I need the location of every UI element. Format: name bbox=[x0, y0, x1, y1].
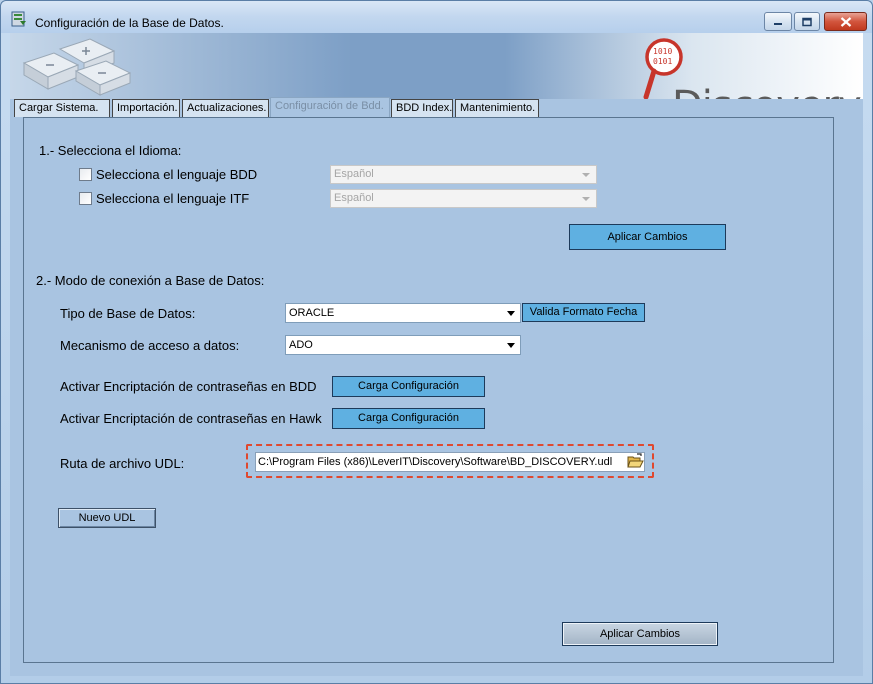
access-mechanism-select[interactable]: ADO bbox=[285, 335, 521, 355]
tab-actualizaciones[interactable]: Actualizaciones. bbox=[182, 99, 269, 117]
logo-text: Discovery bbox=[672, 83, 862, 99]
access-mechanism-value: ADO bbox=[289, 339, 313, 351]
main-window: Configuración de la Base de Datos. 1010 … bbox=[0, 0, 873, 684]
chevron-down-icon bbox=[507, 343, 515, 348]
bdd-language-value: Español bbox=[334, 168, 374, 180]
itf-language-checkbox[interactable] bbox=[79, 192, 92, 205]
close-icon bbox=[840, 16, 851, 27]
encrypt-hawk-label: Activar Encriptación de contraseñas en H… bbox=[60, 411, 322, 426]
logo-binary-1: 1010 bbox=[653, 47, 672, 56]
maximize-icon bbox=[802, 17, 812, 26]
bdd-language-checkbox[interactable] bbox=[79, 168, 92, 181]
db-type-value: ORACLE bbox=[289, 307, 335, 319]
logo-binary-2: 0101 bbox=[653, 57, 672, 66]
tab-mantenimiento[interactable]: Mantenimiento. bbox=[455, 99, 539, 117]
apply-language-button[interactable]: Aplicar Cambios bbox=[569, 224, 726, 250]
title-bar: Configuración de la Base de Datos. bbox=[1, 1, 872, 33]
tab-bdd-index[interactable]: BDD Index. bbox=[391, 99, 453, 117]
chevron-down-icon bbox=[507, 311, 515, 316]
header-banner: 1010 0101 Discovery bbox=[10, 33, 863, 99]
conexion-heading: 2.- Modo de conexión a Base de Datos: bbox=[36, 273, 265, 288]
udl-path-input[interactable]: C:\Program Files (x86)\LeverIT\Discovery… bbox=[255, 452, 645, 472]
tab-configuracion-bdd[interactable]: Configuración de Bdd. bbox=[270, 97, 390, 117]
chevron-down-icon bbox=[582, 173, 590, 177]
encrypt-bdd-label: Activar Encriptación de contraseñas en B… bbox=[60, 379, 317, 394]
validate-date-format-button[interactable]: Valida Formato Fecha bbox=[522, 303, 645, 322]
tab-importacion[interactable]: Importación. bbox=[112, 99, 180, 117]
db-type-label: Tipo de Base de Datos: bbox=[60, 306, 196, 321]
idioma-heading: 1.- Selecciona el Idioma: bbox=[39, 143, 182, 158]
itf-language-value: Español bbox=[334, 192, 374, 204]
load-config-bdd-button[interactable]: Carga Configuración bbox=[332, 376, 485, 397]
load-config-hawk-button[interactable]: Carga Configuración bbox=[332, 408, 485, 429]
itf-language-label: Selecciona el lenguaje ITF bbox=[96, 191, 250, 206]
app-icon bbox=[11, 11, 26, 27]
apply-connection-button[interactable]: Aplicar Cambios bbox=[562, 622, 718, 646]
bdd-language-label: Selecciona el lenguaje BDD bbox=[96, 167, 258, 182]
keyboard-keys-image bbox=[22, 38, 132, 96]
tab-cargar-sistema[interactable]: Cargar Sistema. bbox=[14, 99, 110, 117]
minimize-button[interactable] bbox=[764, 12, 792, 31]
close-button[interactable] bbox=[824, 12, 867, 31]
maximize-button[interactable] bbox=[794, 12, 820, 31]
bdd-language-select[interactable]: Español bbox=[330, 165, 597, 184]
open-folder-icon[interactable] bbox=[627, 453, 644, 469]
itf-language-select[interactable]: Español bbox=[330, 189, 597, 208]
minimize-icon bbox=[774, 22, 782, 25]
window-title: Configuración de la Base de Datos. bbox=[35, 16, 224, 30]
new-udl-button[interactable]: Nuevo UDL bbox=[58, 508, 156, 528]
chevron-down-icon bbox=[582, 197, 590, 201]
db-type-select[interactable]: ORACLE bbox=[285, 303, 521, 323]
udl-path-label: Ruta de archivo UDL: bbox=[60, 456, 185, 471]
access-mechanism-label: Mecanismo de acceso a datos: bbox=[60, 338, 240, 353]
